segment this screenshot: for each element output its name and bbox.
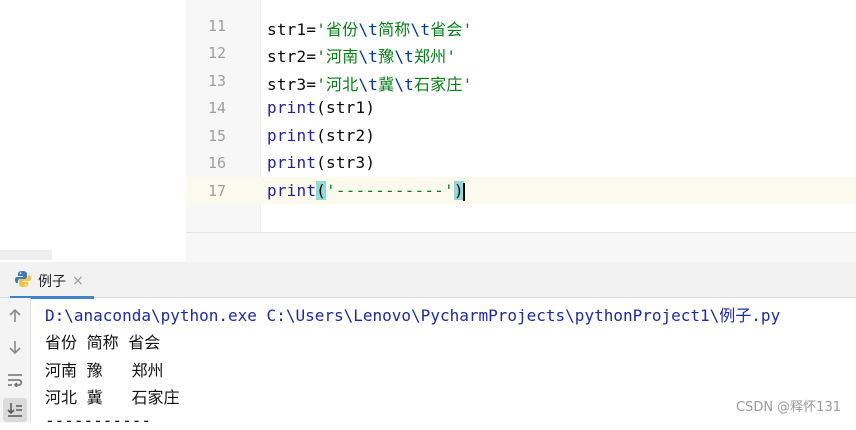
horizontal-scrollbar[interactable] — [0, 250, 52, 260]
string-quote: ' — [462, 75, 473, 94]
line-number: 12 — [207, 44, 226, 62]
string-text: 河北 — [326, 75, 359, 94]
paren-open: ( — [316, 153, 327, 172]
variable-name: str1 — [267, 20, 307, 39]
code-line-current[interactable]: print('-----------') — [267, 181, 465, 201]
string-text: 河南 — [326, 47, 359, 66]
function-name: print — [267, 181, 317, 200]
editor-bottom-area — [186, 232, 856, 263]
argument: str2 — [326, 126, 366, 145]
variable-name: str3 — [267, 75, 307, 94]
line-number: 14 — [207, 99, 226, 117]
console-output-line: 河北 冀 石家庄 — [45, 388, 180, 407]
escape-sequence: \t — [410, 20, 431, 39]
variable-name: str2 — [267, 47, 307, 66]
string-text: 豫 — [378, 47, 395, 66]
close-tab-icon[interactable]: × — [72, 273, 84, 289]
string-text: 冀 — [378, 75, 395, 94]
code-line[interactable]: print(str1) — [267, 98, 375, 117]
code-line[interactable]: str1='省份\t简称\t省会' — [267, 16, 472, 40]
string-quote: ' — [446, 47, 457, 66]
escape-sequence: \t — [358, 20, 379, 39]
up-arrow-icon[interactable] — [3, 304, 27, 328]
project-panel-edge — [0, 0, 186, 262]
python-icon — [14, 270, 32, 292]
argument: str1 — [326, 98, 366, 117]
paren-close: ) — [365, 153, 376, 172]
assign-operator: = — [306, 75, 317, 94]
down-arrow-icon[interactable] — [3, 335, 27, 359]
paren-open: ( — [316, 98, 327, 117]
argument: str3 — [326, 153, 366, 172]
console-output-line: ----------- — [45, 411, 151, 430]
escape-sequence: \t — [394, 47, 414, 66]
run-toolbar — [0, 298, 31, 423]
string-text: 简称 — [378, 20, 411, 39]
run-tab[interactable]: 例子 × — [10, 266, 94, 299]
line-number: 13 — [207, 72, 226, 90]
line-number: 16 — [207, 154, 226, 172]
escape-sequence: \t — [358, 75, 379, 94]
function-name: print — [267, 126, 317, 145]
run-tool-window: 例子 × D:\anaconda\python.exe C:\Users\Len… — [0, 262, 856, 430]
console-command-line: D:\anaconda\python.exe C:\Users\Lenovo\P… — [45, 306, 781, 325]
string-text: 郑州 — [413, 47, 447, 66]
code-editor[interactable]: 11 12 13 14 15 16 17 str1='省份\t简称\t省会' s… — [0, 0, 856, 263]
console-output-line: 省份 简称 省会 — [45, 333, 161, 352]
code-line[interactable]: str2='河南\t豫\t郑州' — [267, 43, 456, 67]
string-text: 省会 — [430, 20, 463, 39]
string-argument: '-----------' — [326, 181, 454, 200]
function-name: print — [267, 153, 317, 172]
console-output-line: 河南 豫 郑州 — [45, 361, 164, 380]
watermark: CSDN @释怀131 — [735, 400, 841, 415]
scroll-to-end-icon[interactable] — [3, 398, 27, 422]
paren-close: ) — [365, 126, 376, 145]
code-line[interactable]: print(str3) — [267, 153, 375, 172]
run-tab-label: 例子 — [38, 274, 66, 290]
assign-operator: = — [306, 20, 317, 39]
escape-sequence: \t — [394, 75, 414, 94]
string-text: 省份 — [326, 20, 359, 39]
escape-sequence: \t — [358, 47, 379, 66]
line-number: 15 — [207, 127, 226, 145]
text-caret — [462, 182, 465, 201]
string-quote: ' — [462, 20, 473, 39]
code-line[interactable]: print(str2) — [267, 126, 375, 145]
line-number: 11 — [207, 17, 226, 35]
string-quote: ' — [316, 47, 327, 66]
paren-open: ( — [316, 126, 327, 145]
paren-close: ) — [365, 98, 376, 117]
soft-wrap-icon[interactable] — [3, 368, 27, 392]
string-quote: ' — [316, 20, 327, 39]
paren-open-matched: ( — [316, 181, 327, 200]
string-text: 石家庄 — [413, 75, 463, 94]
assign-operator: = — [306, 47, 317, 66]
code-line[interactable]: str3='河北\t冀\t石家庄' — [267, 71, 472, 95]
function-name: print — [267, 98, 317, 117]
run-tab-bar: 例子 × — [0, 262, 856, 299]
line-number: 17 — [207, 182, 226, 200]
string-quote: ' — [316, 75, 327, 94]
